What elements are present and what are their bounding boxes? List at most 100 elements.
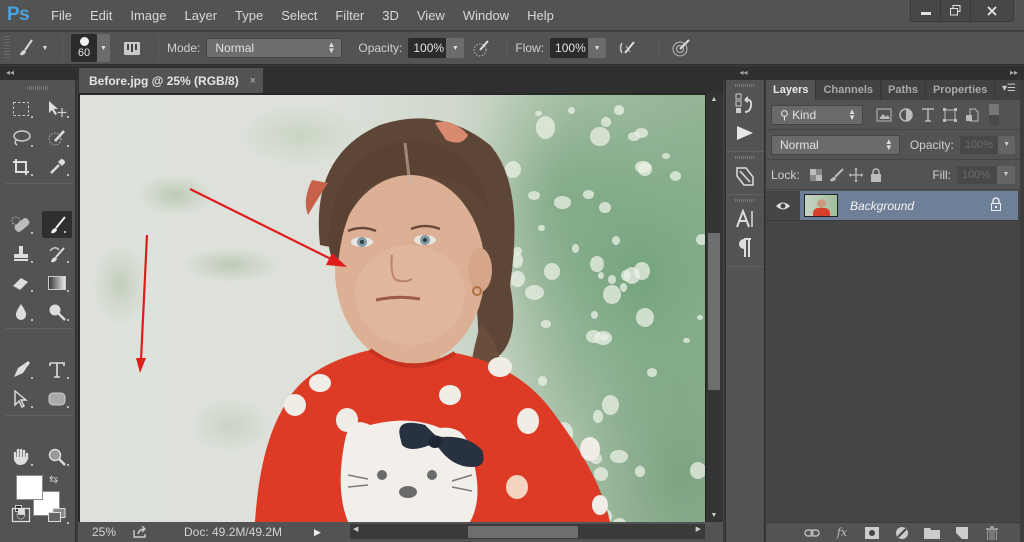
horizontal-scrollbar[interactable]: ◀ ▶ <box>350 524 705 539</box>
tool-eraser[interactable] <box>3 268 39 297</box>
scroll-up-icon[interactable]: ▲ <box>706 96 722 103</box>
document-canvas[interactable] <box>78 93 705 522</box>
tool-crop[interactable] <box>3 152 39 181</box>
mode-select[interactable]: Normal ▲ ▼ <box>206 38 343 58</box>
new-layer-icon[interactable] <box>954 526 970 540</box>
scroll-down-icon[interactable]: ▼ <box>706 512 722 519</box>
paragraph-panel-button[interactable] <box>726 233 764 262</box>
brush-panel-toggle[interactable] <box>114 40 150 56</box>
tool-dodge[interactable] <box>39 297 75 326</box>
tool-rectangle[interactable] <box>39 384 75 413</box>
flow-slider-button[interactable]: ▼ <box>588 38 607 58</box>
filter-smart-object-icon[interactable] <box>961 108 983 122</box>
right-dock-collapse[interactable]: ▸▸ <box>764 66 1024 80</box>
flow-input[interactable]: 100% <box>550 38 589 58</box>
tab-layers[interactable]: Layers <box>766 80 817 100</box>
foreground-color[interactable] <box>16 475 43 500</box>
opacity-slider-button[interactable]: ▼ <box>446 38 465 58</box>
close-button[interactable] <box>971 0 1013 21</box>
menu-image[interactable]: Image <box>121 8 175 23</box>
status-menu-arrow-icon[interactable]: ▶ <box>314 527 328 538</box>
menu-3d[interactable]: 3D <box>373 8 408 23</box>
layer-opacity-dropdown[interactable]: ▼ <box>998 135 1015 154</box>
brush-preset-picker[interactable]: 60 ▼ <box>71 34 110 62</box>
layer-row[interactable]: Background <box>766 191 1020 221</box>
close-tab-icon[interactable]: × <box>250 75 256 87</box>
layer-name[interactable]: Background <box>850 199 914 213</box>
fill-dropdown[interactable]: ▼ <box>997 165 1015 184</box>
dock-grip[interactable] <box>735 156 755 159</box>
dock-collapse[interactable]: ◂◂ <box>723 66 764 80</box>
filter-toggle-switch[interactable] <box>989 103 999 126</box>
tool-pen[interactable] <box>3 355 39 384</box>
tool-zoom[interactable] <box>39 442 75 471</box>
filter-adjustment-icon[interactable] <box>895 107 917 122</box>
tool-presets-panel-button[interactable] <box>726 161 764 190</box>
layer-selected[interactable]: Background <box>800 191 1018 220</box>
tool-history-brush[interactable] <box>39 239 75 268</box>
tool-blur[interactable] <box>3 297 39 326</box>
opacity-input[interactable]: 100% <box>408 38 447 58</box>
tab-paths[interactable]: Paths <box>881 80 926 100</box>
filter-type-icon[interactable] <box>917 107 939 122</box>
character-panel-button[interactable] <box>726 204 764 233</box>
tool-eyedropper[interactable] <box>39 152 75 181</box>
vertical-scroll-thumb[interactable] <box>708 233 720 390</box>
menu-help[interactable]: Help <box>518 8 563 23</box>
menu-filter[interactable]: Filter <box>326 8 373 23</box>
swap-colors-icon[interactable]: ⇆ <box>49 473 58 486</box>
airbrush-toggle[interactable] <box>606 40 650 56</box>
dock-grip[interactable] <box>735 199 755 202</box>
tool-gradient[interactable] <box>39 268 75 297</box>
history-panel-button[interactable] <box>726 89 764 118</box>
tool-preset-picker[interactable]: ▼ <box>10 38 54 58</box>
filter-pixel-icon[interactable] <box>873 108 895 122</box>
share-icon[interactable] <box>132 526 148 539</box>
menu-file[interactable]: File <box>42 8 81 23</box>
quick-mask-mode[interactable] <box>3 500 39 529</box>
adjustment-layer-icon[interactable] <box>894 526 910 540</box>
actions-panel-button[interactable] <box>726 118 764 147</box>
restore-button[interactable] <box>941 0 971 21</box>
tool-clone-stamp[interactable] <box>3 239 39 268</box>
lock-all-icon[interactable] <box>866 167 886 182</box>
tool-lasso[interactable] <box>3 123 39 152</box>
zoom-level[interactable]: 25% <box>78 525 120 539</box>
tool-spot-healing-brush[interactable] <box>3 210 39 239</box>
visibility-eye-icon[interactable] <box>766 201 800 211</box>
screen-mode[interactable] <box>39 500 75 529</box>
pressure-size-toggle[interactable] <box>667 38 695 58</box>
tab-channels[interactable]: Channels <box>816 80 881 100</box>
menu-select[interactable]: Select <box>272 8 326 23</box>
tool-path-selection[interactable] <box>3 384 39 413</box>
menu-window[interactable]: Window <box>454 8 518 23</box>
delete-layer-icon[interactable] <box>984 525 1000 540</box>
vertical-scrollbar[interactable]: ▲ ▼ <box>705 93 722 522</box>
pressure-opacity-toggle[interactable] <box>464 39 498 57</box>
horizontal-scroll-thumb[interactable] <box>468 526 578 538</box>
link-layers-icon[interactable] <box>804 528 820 538</box>
menu-layer[interactable]: Layer <box>176 8 227 23</box>
dock-grip[interactable] <box>735 84 755 87</box>
tool-brush[interactable] <box>42 211 72 238</box>
tools-panel-grip[interactable] <box>26 86 49 90</box>
minimize-button[interactable] <box>911 0 941 21</box>
tool-quick-selection[interactable] <box>39 123 75 152</box>
menu-view[interactable]: View <box>408 8 454 23</box>
tool-move[interactable] <box>39 94 75 123</box>
scroll-right-icon[interactable]: ▶ <box>696 525 701 533</box>
filter-shape-icon[interactable] <box>939 107 961 122</box>
add-mask-icon[interactable] <box>864 526 880 539</box>
menu-edit[interactable]: Edit <box>81 8 121 23</box>
scroll-left-icon[interactable]: ◀ <box>353 525 358 533</box>
tool-hand[interactable] <box>3 442 39 471</box>
tools-panel-collapse[interactable]: ◂◂ <box>0 66 78 80</box>
tool-rectangular-marquee[interactable] <box>3 94 39 123</box>
fx-icon[interactable]: fx <box>834 526 850 539</box>
lock-position-icon[interactable] <box>846 167 866 182</box>
panel-menu-icon[interactable]: ▾☰ <box>1002 83 1016 94</box>
blend-mode-select[interactable]: Normal ▲ ▼ <box>771 134 900 155</box>
filter-kind-select[interactable]: ⚲ Kind ▲ ▼ <box>771 104 863 125</box>
fill-input[interactable]: 100% <box>957 165 997 184</box>
tool-type[interactable] <box>39 355 75 384</box>
